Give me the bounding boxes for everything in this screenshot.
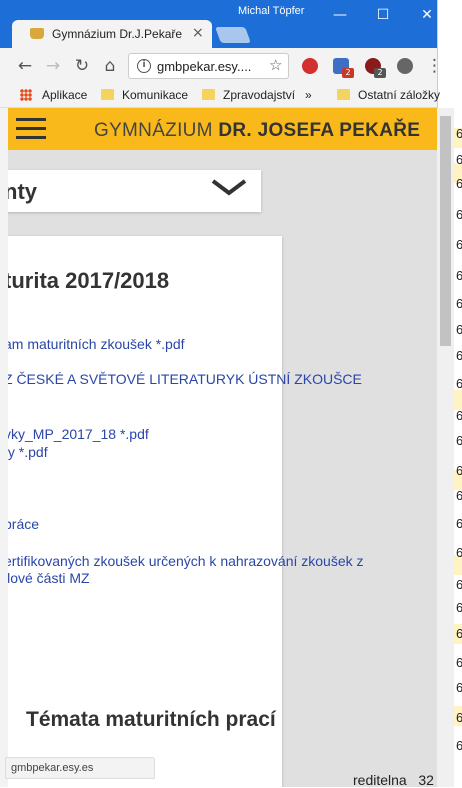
ublock-badge: 2 [374,68,386,78]
link-certified-exams[interactable]: ertifikovaných zkoušek určených k nahraz… [8,553,364,569]
site-brand[interactable]: GYMNÁZIUM DR. JOSEFA PEKAŘE [94,120,420,142]
bookmark-star-icon[interactable]: ☆ [269,56,282,74]
folder-icon [101,89,114,100]
cell-value: 6 [456,348,462,363]
bookmark-label: Aplikace [42,88,88,102]
cell-value: 6 [456,433,462,448]
peek-value: 32 [418,772,434,788]
cell-value: 6 [456,126,462,141]
bookmark-apps[interactable]: Aplikace [20,88,87,102]
cell-value: 6 [456,463,462,478]
cell-value: 6 [456,516,462,531]
site-info-icon[interactable]: i [137,59,151,73]
new-tab-button[interactable] [215,27,251,43]
vpn-extension-icon[interactable] [397,58,413,74]
cell-value: 6 [456,152,462,167]
section-dropdown[interactable]: nty [8,170,261,212]
cell-value: 6 [456,600,462,615]
bookmarks-overflow-button[interactable]: » [305,88,312,102]
link-topics[interactable]: ty *.pdf [8,444,48,460]
dropdown-label: nty [8,179,37,204]
background-window-text: reditelna 32 [353,772,434,788]
cell-value: 6 [456,176,462,191]
cell-value: 6 [456,488,462,503]
address-bar[interactable]: i gmbpekar.esy.... ☆ [128,53,289,79]
link-literature-list[interactable]: Z ČESKÉ A SVĚTOVÉ LITERATURYK ÚSTNÍ ZKOU… [8,371,362,387]
adblock-extension-icon[interactable] [302,58,318,74]
reload-icon[interactable]: ↻ [72,56,92,76]
cell-value: 6 [456,545,462,560]
link-works[interactable]: práce [8,516,39,532]
site-favicon-icon [30,28,44,39]
peek-label: reditelna [353,772,407,788]
maximize-button[interactable]: ☐ [368,4,398,26]
bookmark-label: Komunikace [122,88,189,102]
status-bubble: gmbpekar.esy.es [5,757,155,779]
close-tab-icon[interactable]: × [192,25,204,41]
cell-value: 6 [456,626,462,641]
cell-value: 6 [456,408,462,423]
bookmark-zpravodajstvi[interactable]: Zpravodajství [202,88,295,102]
content-card: turita 2017/2018 am maturitních zkoušek … [8,236,364,787]
chevron-down-icon [211,179,247,196]
site-header: GYMNÁZIUM DR. JOSEFA PEKAŘE [8,108,437,150]
hamburger-menu-icon[interactable] [16,118,46,140]
scrollbar-thumb[interactable] [440,116,451,346]
page-scrollbar[interactable] [437,108,454,787]
brand-bold: DR. JOSEFA PEKAŘE [218,120,421,141]
mail-badge: 2 [342,68,354,78]
chrome-menu-icon[interactable]: ⋮ [426,56,443,76]
cell-value: 6 [456,376,462,391]
title-bar: Michal Töpfer — ☐ ✕ Gymnázium Dr.J.Pekař… [0,0,437,48]
bookmark-label: Ostatní záložky [358,88,441,102]
cell-value: 6 [456,207,462,222]
cell-value: 6 [456,268,462,283]
cell-value: 6 [456,237,462,252]
bookmarks-bar: Aplikace Komunikace Zpravodajství » Osta… [0,84,440,108]
page-heading: turita 2017/2018 [8,268,170,293]
cell-value: 6 [456,680,462,695]
link-profile-part[interactable]: ilové části MZ [8,570,90,586]
bookmark-label: Zpravodajství [223,88,296,102]
apps-grid-icon [20,89,32,101]
home-icon[interactable]: ⌂ [100,56,120,76]
bookmark-komunikace[interactable]: Komunikace [101,88,188,102]
bookmark-other[interactable]: Ostatní záložky [337,88,440,102]
cell-value: 6 [456,296,462,311]
browser-window: 6 6 6 6 6 6 6 6 6 6 6 6 6 6 6 6 6 6 6 6 … [0,0,462,788]
cell-value: 6 [456,322,462,337]
profile-name[interactable]: Michal Töpfer [238,5,304,17]
tab-title: Gymnázium Dr.J.Pekaře [52,27,183,41]
section-heading: Témata maturitních prací [26,708,276,731]
cell-value: 6 [456,738,462,753]
browser-toolbar: ← → ↻ ⌂ i gmbpekar.esy.... ☆ 2 2 ⋮ [0,48,443,84]
page-content: GYMNÁZIUM DR. JOSEFA PEKAŘE nty turita 2… [8,108,437,787]
cell-value: 6 [456,655,462,670]
tab-gymnazium[interactable]: Gymnázium Dr.J.Pekaře × [12,20,212,48]
folder-icon [337,89,350,100]
cell-value: 6 [456,577,462,592]
folder-icon [202,89,215,100]
forward-arrow-icon[interactable]: → [43,56,63,76]
link-requirements[interactable]: vky_MP_2017_18 *.pdf [8,426,149,442]
brand-light: GYMNÁZIUM [94,120,219,141]
close-window-button[interactable]: ✕ [412,4,442,26]
link-exam-schedule[interactable]: am maturitních zkoušek *.pdf [8,336,185,352]
url-text[interactable]: gmbpekar.esy.... [157,59,251,74]
cell-value: 6 [456,710,462,725]
back-arrow-icon[interactable]: ← [15,56,35,76]
minimize-button[interactable]: — [325,4,355,26]
